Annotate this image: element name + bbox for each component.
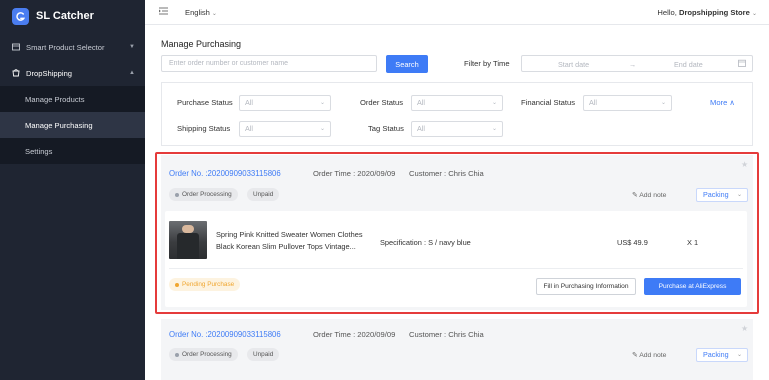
order-time: Order Time : 2020/09/09 bbox=[313, 330, 396, 339]
order-customer: Customer : Chris Chia bbox=[409, 330, 484, 339]
sidebar-item-settings[interactable]: Settings bbox=[0, 138, 145, 164]
sidebar-item-dropshipping[interactable]: DropShipping ▲ bbox=[0, 60, 145, 86]
star-icon[interactable]: ★ bbox=[741, 324, 748, 333]
shipping-status-select[interactable]: All ⌄ bbox=[239, 121, 331, 137]
status-badge-label: Unpaid bbox=[253, 351, 274, 358]
status-badge-label: Order Processing bbox=[182, 351, 232, 358]
search-input[interactable]: Enter order number or customer name bbox=[161, 55, 377, 72]
chevron-up-icon: ▲ bbox=[129, 70, 135, 76]
menu-toggle-icon[interactable] bbox=[159, 7, 169, 17]
app-logo[interactable]: SL Catcher bbox=[0, 0, 145, 32]
status-dot bbox=[175, 352, 179, 357]
add-note-link[interactable]: ✎ Add note bbox=[632, 351, 666, 359]
top-bar: English ⌄ Hello, Dropshipping Store ⌄ bbox=[145, 0, 769, 25]
chevron-down-icon: ⌄ bbox=[491, 126, 497, 132]
chevron-down-icon: ⌄ bbox=[491, 100, 497, 106]
date-range-arrow: → bbox=[629, 60, 637, 69]
sidebar-item-manage-purchasing[interactable]: Manage Purchasing bbox=[0, 112, 145, 138]
store-name: Dropshipping Store bbox=[678, 7, 750, 17]
tag-status-label: Tag Status bbox=[368, 124, 404, 133]
add-note-label: Add note bbox=[639, 352, 667, 359]
sidebar-item-label: Settings bbox=[25, 146, 53, 156]
sidebar-item-label: Manage Purchasing bbox=[25, 120, 93, 130]
chevron-down-icon: ⌄ bbox=[319, 126, 325, 132]
payment-status-badge: Unpaid bbox=[247, 348, 280, 361]
date-range-picker[interactable]: Start date → End date bbox=[521, 55, 753, 72]
select-value: All bbox=[245, 124, 253, 133]
purchase-status-label: Purchase Status bbox=[177, 98, 233, 107]
chevron-down-icon: ⌄ bbox=[751, 10, 757, 17]
chevron-down-icon: ⌄ bbox=[319, 100, 325, 106]
chevron-down-icon: ⌄ bbox=[211, 10, 217, 17]
page-title: Manage Purchasing bbox=[161, 39, 242, 49]
packing-select[interactable]: Packing ⌄ bbox=[696, 348, 748, 362]
order-card: ★ Order No. :20200909033115806 Order Tim… bbox=[161, 319, 753, 380]
order-status-badge: Order Processing bbox=[169, 348, 238, 361]
order-status-label: Order Status bbox=[360, 98, 404, 107]
financial-status-label: Financial Status bbox=[521, 98, 576, 107]
purchase-status-select[interactable]: All ⌄ bbox=[239, 95, 331, 111]
logo-icon bbox=[12, 7, 29, 25]
chevron-down-icon: ⌄ bbox=[660, 100, 666, 106]
order-status-select[interactable]: All ⌄ bbox=[411, 95, 503, 111]
chevron-down-icon: ▼ bbox=[129, 44, 135, 50]
select-value: All bbox=[245, 98, 253, 107]
filter-by-time-label: Filter by Time bbox=[464, 59, 510, 68]
sidebar-item-smart-product-selector[interactable]: Smart Product Selector ▼ bbox=[0, 34, 145, 60]
app-name: SL Catcher bbox=[36, 10, 94, 22]
filter-panel: Purchase Status All ⌄ Order Status All ⌄ F… bbox=[161, 82, 753, 146]
chevron-down-icon: ⌄ bbox=[736, 352, 742, 358]
language-label: English bbox=[185, 7, 210, 17]
more-filters-link[interactable]: More ∧ bbox=[710, 98, 735, 107]
search-button[interactable]: Search bbox=[386, 55, 428, 73]
sidebar-item-label: Manage Products bbox=[25, 94, 85, 104]
select-value: Packing bbox=[703, 350, 729, 359]
calendar-icon bbox=[738, 59, 746, 69]
select-value: All bbox=[417, 124, 425, 133]
order-number-link[interactable]: Order No. :20200909033115806 bbox=[169, 330, 281, 339]
financial-status-select[interactable]: All ⌄ bbox=[583, 95, 672, 111]
select-value: All bbox=[589, 98, 597, 107]
shipping-status-label: Shipping Status bbox=[177, 124, 231, 133]
highlight-box bbox=[155, 152, 759, 314]
greeting-prefix: Hello, bbox=[657, 7, 677, 17]
sidebar-item-label: DropShipping bbox=[26, 68, 73, 78]
sidebar-submenu: Manage Products Manage Purchasing Settin… bbox=[0, 86, 145, 164]
box-icon bbox=[12, 43, 20, 51]
end-date-input[interactable]: End date bbox=[674, 60, 703, 69]
start-date-input[interactable]: Start date bbox=[558, 60, 589, 69]
sidebar: SL Catcher Smart Product Selector ▼ Drop… bbox=[0, 0, 145, 380]
user-greeting[interactable]: Hello, Dropshipping Store ⌄ bbox=[657, 8, 757, 17]
sidebar-item-label: Smart Product Selector bbox=[26, 42, 105, 52]
select-value: All bbox=[417, 98, 425, 107]
language-selector[interactable]: English ⌄ bbox=[185, 8, 217, 17]
tag-status-select[interactable]: All ⌄ bbox=[411, 121, 503, 137]
pencil-icon: ✎ bbox=[632, 352, 638, 359]
sidebar-item-manage-products[interactable]: Manage Products bbox=[0, 86, 145, 112]
cart-icon bbox=[12, 69, 20, 77]
